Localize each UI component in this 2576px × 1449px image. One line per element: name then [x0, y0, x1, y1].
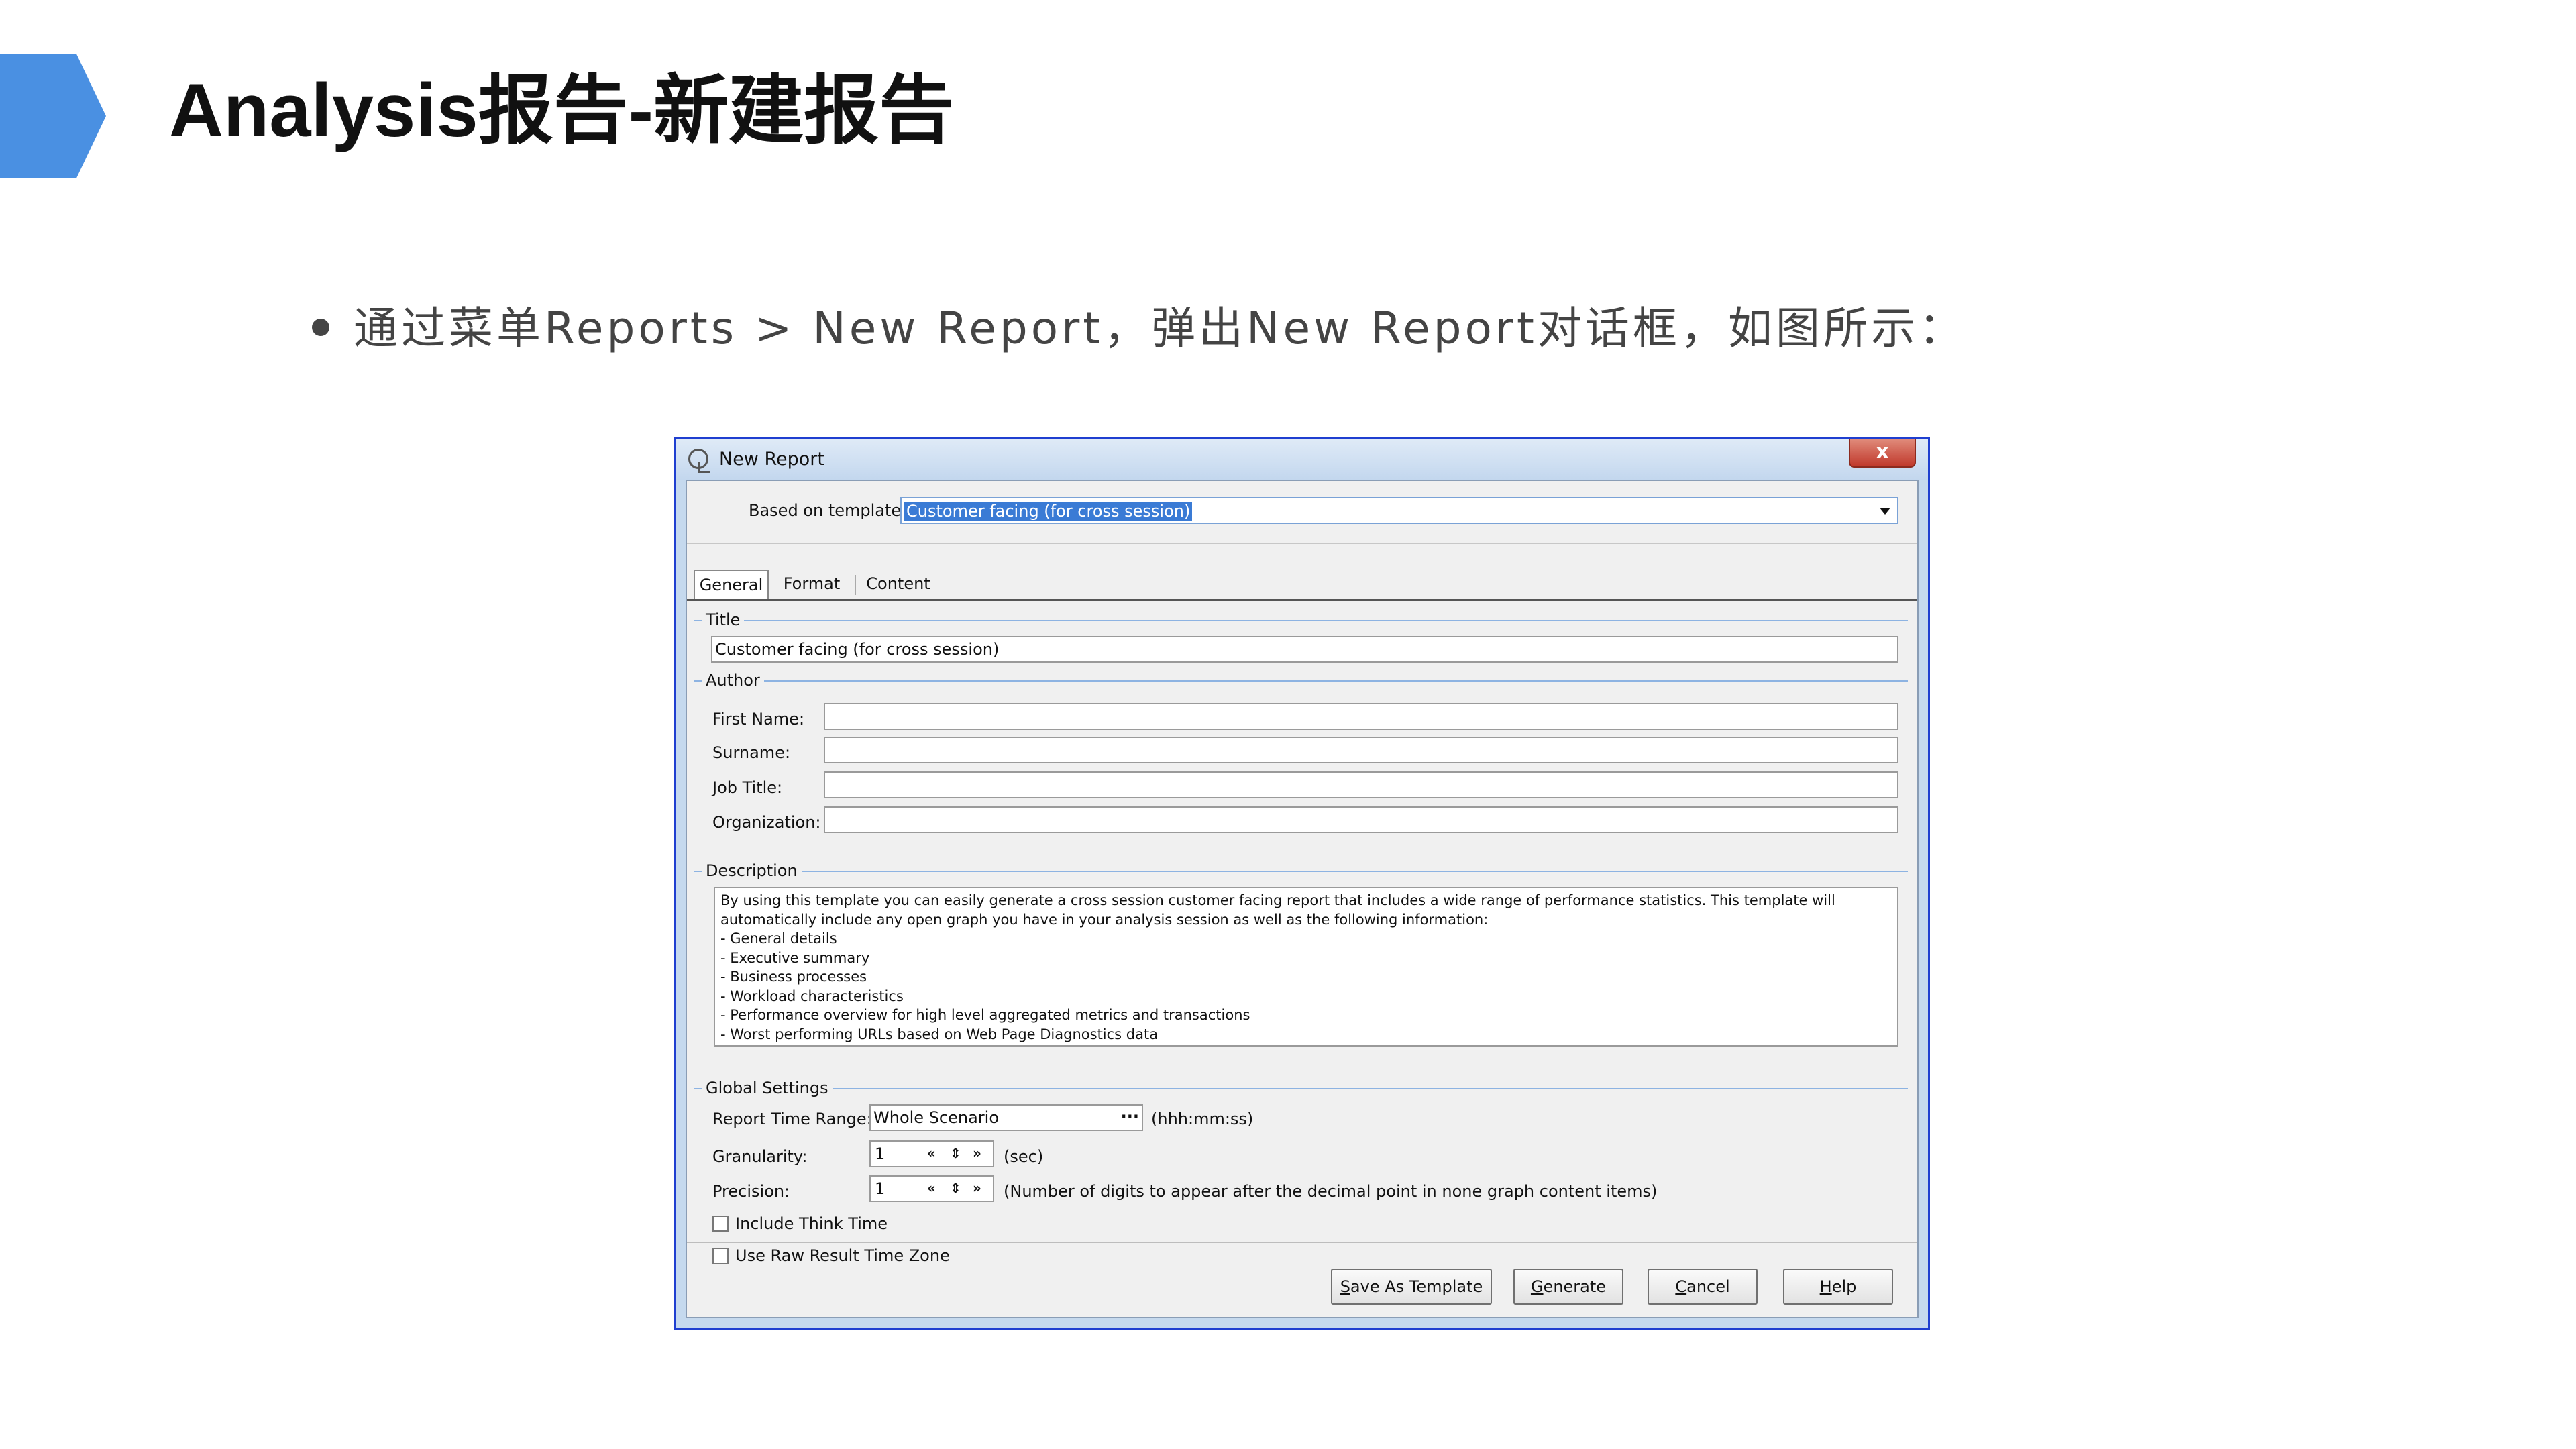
description-line: - Worst performing URLs based on Web Pag… [720, 1026, 1159, 1042]
dialog-titlebar[interactable]: New Report x [676, 439, 1928, 480]
first-name-input[interactable] [824, 703, 1898, 730]
window-title: New Report [719, 449, 824, 470]
general-tab-panel: Title Customer facing (for cross session… [687, 599, 1917, 1265]
precision-value: 1 [875, 1179, 885, 1198]
title-input[interactable]: Customer facing (for cross session) [711, 636, 1898, 663]
bullet-dot [312, 318, 329, 336]
report-time-range-label: Report Time Range: [712, 1110, 872, 1128]
cancel-button[interactable]: Cancel [1648, 1269, 1758, 1305]
precision-stepper[interactable]: 1 « ⇕ » [869, 1175, 994, 1202]
bullet-text-line: 通过菜单Reports > New Report，弹出New Report对话框… [312, 292, 1966, 357]
description-line: By using this template you can easily ge… [720, 892, 1835, 908]
tab-content[interactable]: Content [861, 570, 935, 599]
button-label: ancel [1686, 1277, 1730, 1296]
global-settings-group-label: Global Settings [702, 1079, 833, 1097]
description-textarea[interactable]: By using this template you can easily ge… [714, 887, 1898, 1046]
global-settings-group-line [694, 1088, 1908, 1089]
organization-label: Organization: [712, 813, 821, 832]
last-value-icon[interactable]: » [973, 1178, 981, 1198]
granularity-note: (sec) [1004, 1147, 1044, 1166]
mnemonic: G [1530, 1277, 1544, 1296]
description-line: automatically include any open graph you… [720, 911, 1489, 928]
tab-general[interactable]: General [694, 570, 769, 599]
based-on-template-select[interactable]: Customer facing (for cross session) [900, 497, 1898, 524]
job-title-input[interactable] [824, 771, 1898, 798]
title-group-line [694, 620, 1908, 621]
report-time-range-value: Whole Scenario [873, 1108, 1000, 1127]
based-on-template-value: Customer facing (for cross session) [904, 502, 1193, 521]
new-report-dialog: New Report x Based on template Customer … [674, 437, 1930, 1330]
header-chevron-shape [0, 54, 106, 178]
author-group-line [694, 680, 1908, 682]
granularity-stepper[interactable]: 1 « ⇕ » [869, 1140, 994, 1167]
footer-divider [687, 1242, 1917, 1243]
description-group-line [694, 871, 1908, 872]
button-label: ave As Template [1350, 1277, 1483, 1296]
use-raw-result-time-zone-checkbox[interactable] [712, 1248, 729, 1264]
use-raw-result-time-zone-label[interactable]: Use Raw Result Time Zone [735, 1246, 950, 1265]
mnemonic: C [1675, 1277, 1687, 1296]
precision-label: Precision: [712, 1182, 790, 1201]
precision-note: (Number of digits to appear after the de… [1004, 1182, 1658, 1201]
save-as-template-button[interactable]: Save As Template [1331, 1269, 1492, 1305]
first-value-icon[interactable]: « [927, 1178, 936, 1198]
app-icon [688, 449, 710, 473]
help-button[interactable]: Help [1783, 1269, 1893, 1305]
title-group-label: Title [702, 610, 745, 629]
slide-title: Analysis报告-新建报告 [169, 68, 954, 152]
up-down-icon[interactable]: ⇕ [950, 1143, 961, 1163]
based-on-template-label: Based on template [749, 501, 902, 520]
bullet-text: 通过菜单Reports > New Report，弹出New Report对话框… [354, 303, 1966, 354]
first-name-label: First Name: [712, 710, 805, 729]
button-label: elp [1831, 1277, 1857, 1296]
description-line: - Executive summary [720, 949, 870, 966]
surname-input[interactable] [824, 737, 1898, 763]
description-line: - Performance overview for high level ag… [720, 1007, 1250, 1023]
tab-format[interactable]: Format [780, 570, 844, 599]
author-group-label: Author [702, 671, 764, 690]
report-time-range-note: (hhh:mm:ss) [1151, 1110, 1254, 1128]
description-line: - Business processes [720, 969, 867, 985]
close-button[interactable]: x [1849, 439, 1916, 468]
up-down-icon[interactable]: ⇕ [950, 1178, 961, 1198]
description-line: - General details [720, 930, 837, 947]
generate-button[interactable]: Generate [1513, 1269, 1623, 1305]
button-label: enerate [1543, 1277, 1607, 1296]
organization-input[interactable] [824, 806, 1898, 833]
surname-label: Surname: [712, 743, 791, 762]
granularity-value: 1 [875, 1144, 885, 1163]
include-think-time-checkbox[interactable] [712, 1216, 729, 1232]
dialog-body: Based on template Customer facing (for c… [686, 480, 1919, 1318]
granularity-label: Granularity: [712, 1147, 808, 1166]
mnemonic: H [1819, 1277, 1832, 1296]
browse-button[interactable]: ··· [1121, 1108, 1139, 1124]
job-title-label: Job Title: [712, 778, 783, 797]
divider [687, 543, 1917, 544]
chevron-down-icon[interactable] [1880, 508, 1890, 515]
report-time-range-input[interactable]: Whole Scenario ··· [869, 1104, 1143, 1131]
tab-divider [855, 575, 856, 595]
first-value-icon[interactable]: « [927, 1143, 936, 1163]
mnemonic: S [1340, 1277, 1350, 1296]
description-group-label: Description [702, 861, 802, 880]
description-line: - Workload characteristics [720, 987, 904, 1004]
include-think-time-label[interactable]: Include Think Time [735, 1214, 888, 1233]
last-value-icon[interactable]: » [973, 1143, 981, 1163]
